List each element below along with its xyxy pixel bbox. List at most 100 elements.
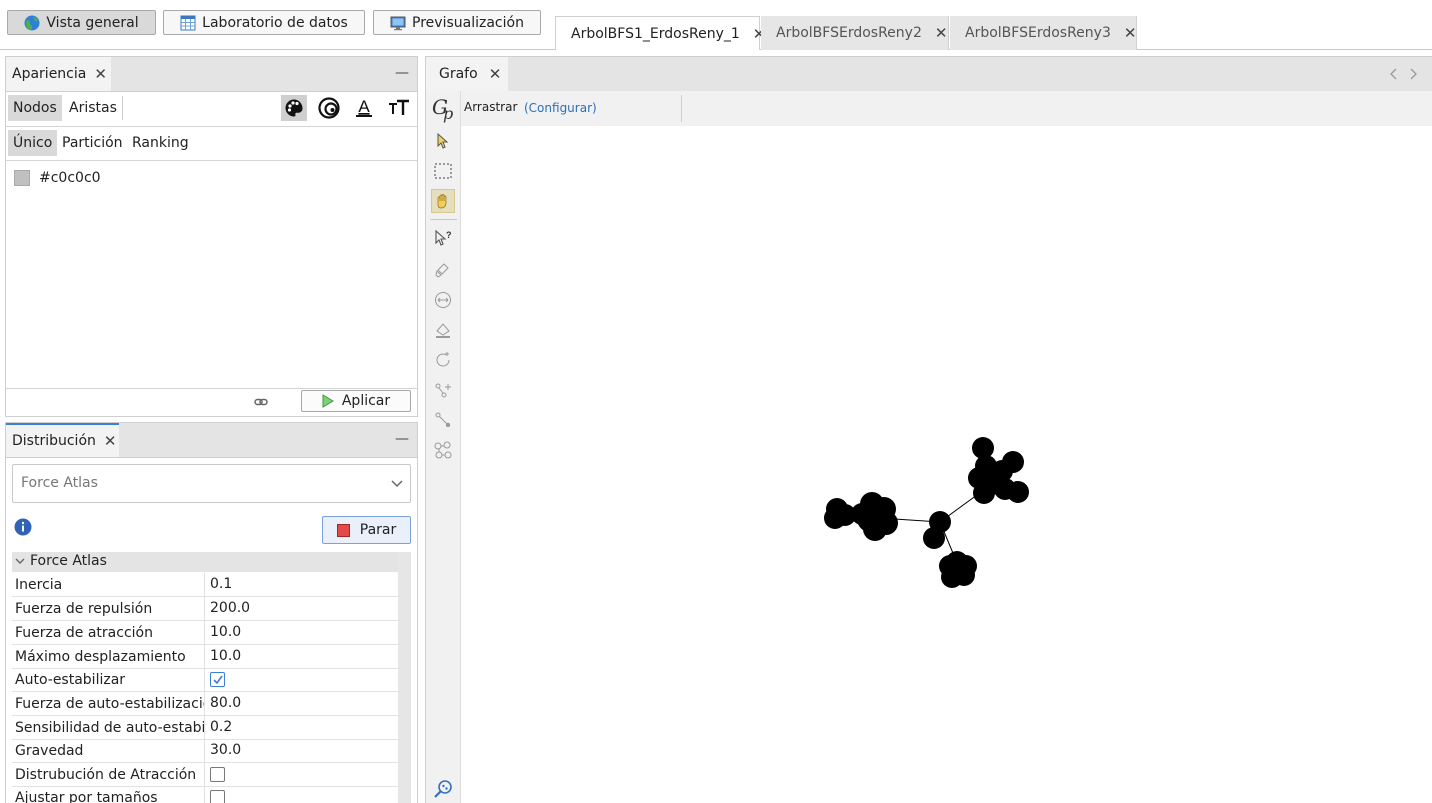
stop-button[interactable]: Parar [322,516,411,544]
auto-stabilize-checkbox[interactable] [210,672,225,687]
resize-icon[interactable] [431,288,455,312]
property-value [205,763,225,786]
label-size-button[interactable] [386,95,412,121]
graph-toolbar [461,91,1432,126]
attraction-distribution-checkbox[interactable] [210,767,225,782]
svg-text:?: ? [446,230,452,240]
preview-button-label: Previsualización [412,14,524,31]
property-row: Ajustar por tamaños [12,786,398,803]
apply-button-label: Aplicar [341,393,391,409]
close-icon[interactable]: ✕ [935,24,948,42]
label-color-button[interactable]: A [351,95,377,121]
property-row: Inercia 0.1 [12,573,398,597]
current-tool-label: Arrastrar [464,100,518,114]
close-icon[interactable]: ✕ [94,65,107,83]
stop-icon [336,523,350,537]
brush-icon[interactable] [431,258,455,282]
checkmark-icon [213,675,223,685]
tab-partition[interactable]: Partición [57,130,128,156]
link-icon[interactable] [254,395,268,411]
property-name: Fuerza de auto-estabilización [12,692,205,715]
tab-ranking-label: Ranking [132,135,189,151]
property-value[interactable]: 0.2 [205,716,232,739]
apply-button[interactable]: Aplicar [301,390,411,412]
tab-ranking[interactable]: Ranking [127,130,194,156]
shortest-path-icon[interactable] [431,438,455,462]
tab-label: ArbolBFSErdosReny2 [776,25,922,41]
property-name: Auto-estabilizar [12,668,205,691]
tab-nodes[interactable]: Nodos [8,95,62,121]
graph-node [1007,481,1029,503]
tab-nodes-label: Nodos [13,100,57,116]
chevron-right-icon[interactable] [1410,68,1418,80]
zoom-search-icon[interactable] [431,777,455,801]
tab-unique[interactable]: Único [8,130,58,156]
property-row: Fuerza de repulsión 200.0 [12,597,398,621]
layout-title: Distribución [12,433,96,449]
chevron-left-icon[interactable] [1389,68,1397,80]
property-value [205,668,225,691]
property-value[interactable]: 10.0 [205,645,241,668]
preview-button[interactable]: Previsualización [373,10,541,35]
svg-text:A: A [358,97,370,116]
tab-label: ArbolBFSErdosReny3 [965,25,1111,41]
property-value[interactable]: 200.0 [205,597,250,620]
help-pointer-icon[interactable]: ? [431,226,455,250]
property-section-header[interactable]: Force Atlas [12,552,398,572]
tab-label: ArbolBFS1_ErdosReny_1 [571,25,740,42]
stop-button-label: Parar [359,522,397,538]
graph-panel-header: Grafo ✕ [426,57,1432,92]
divider [6,126,417,127]
add-node-icon[interactable] [431,378,455,402]
pointer-tool-icon[interactable] [431,129,455,153]
property-value [205,786,225,803]
color-swatch[interactable] [14,170,30,186]
property-value[interactable]: 10.0 [205,621,241,644]
rectangle-select-icon[interactable] [431,159,455,183]
adjust-sizes-checkbox[interactable] [210,790,225,803]
text-size-icon [389,99,409,115]
close-icon[interactable]: ✕ [1124,24,1137,42]
info-icon[interactable] [14,518,32,540]
add-edge-icon[interactable] [431,408,455,432]
property-row: Gravedad 30.0 [12,739,398,763]
layout-algorithm-select[interactable]: Force Atlas [12,464,411,503]
tab-arbolbfs3[interactable]: ArbolBFSErdosReny3 ✕ [950,16,1137,50]
play-icon [322,394,334,408]
palette-icon [285,99,303,117]
globe-icon [24,15,40,30]
tab-arbolbfs1[interactable]: ArbolBFS1_ErdosReny_1 ✕ [555,16,765,50]
tab-arbolbfs2[interactable]: ArbolBFSErdosReny2 ✕ [761,16,949,50]
tab-edges-label: Aristas [69,100,117,116]
property-value[interactable]: 0.1 [205,573,232,596]
tab-edges[interactable]: Aristas [64,95,122,121]
data-lab-button[interactable]: Laboratorio de datos [163,10,365,35]
divider [6,388,417,389]
property-row: Fuerza de atracción 10.0 [12,621,398,645]
drag-hand-icon[interactable] [431,189,455,213]
divider [6,160,417,161]
paint-bucket-icon[interactable] [431,318,455,342]
property-value[interactable]: 30.0 [205,739,241,762]
size-button[interactable] [316,95,342,121]
rotate-add-icon[interactable] [431,348,455,372]
close-icon[interactable]: ✕ [104,432,117,450]
graph-node [851,503,873,525]
tab-layout[interactable]: Distribución ✕ [6,423,119,457]
tab-appearance[interactable]: Apariencia ✕ [6,57,111,91]
close-icon[interactable]: ✕ [489,65,502,83]
property-value[interactable]: 80.0 [205,692,241,715]
tab-graph[interactable]: Grafo ✕ [426,57,508,91]
tab-partition-label: Partición [62,135,123,151]
scrollbar[interactable] [398,552,411,803]
graph-canvas[interactable] [462,126,1432,803]
configure-link[interactable]: (Configurar) [524,101,597,115]
divider [430,219,457,220]
overview-button[interactable]: Vista general [7,10,156,35]
divider [122,96,123,120]
svg-text:p: p [443,104,453,123]
minimize-icon[interactable]: — [395,65,409,81]
graph-node [973,482,995,504]
minimize-icon[interactable]: — [395,431,409,447]
color-button[interactable] [281,95,307,121]
